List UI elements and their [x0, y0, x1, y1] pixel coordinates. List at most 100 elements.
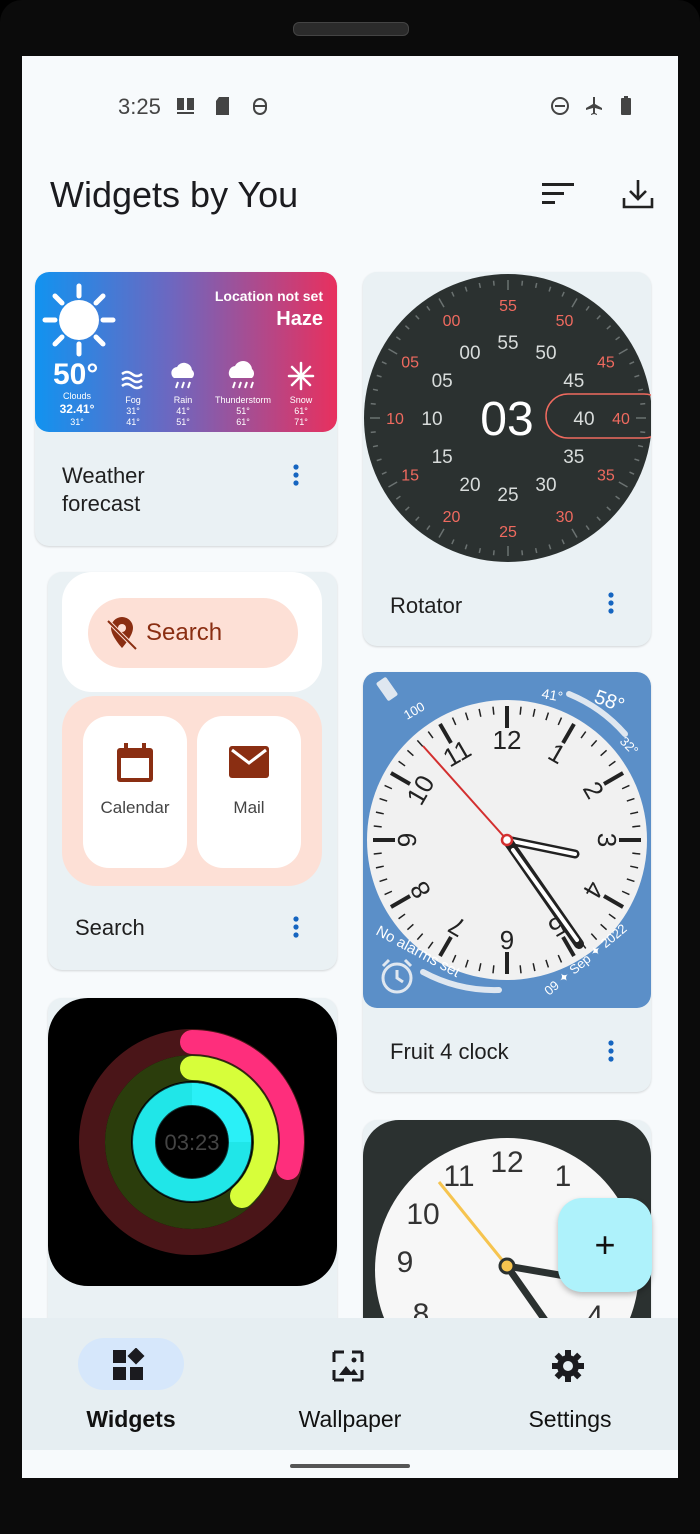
weather-current-temp: 50° — [53, 358, 99, 391]
rotator-inner-label: 05 — [432, 371, 453, 392]
bottom-navigation: Widgets Wallpaper Settings — [22, 1318, 678, 1450]
forecast-name: Rain — [173, 395, 193, 405]
sun-icon — [42, 283, 116, 357]
forecast-high: 61° — [294, 406, 308, 416]
news-icon — [177, 98, 194, 114]
download-button[interactable] — [616, 172, 660, 216]
clock-numeral: 10 — [406, 1198, 439, 1231]
forecast-high: 41° — [176, 406, 190, 416]
calendar-icon — [117, 743, 153, 782]
status-time: 3:25 — [118, 94, 161, 119]
rotator-inner-label: 50 — [535, 343, 556, 364]
mail-icon — [229, 746, 269, 778]
widget-title: Weather forecast — [62, 463, 145, 516]
activity-widget-card[interactable]: 03:23 — [48, 998, 337, 1338]
rotator-outer-label: 30 — [556, 509, 574, 526]
nav-label: Wallpaper — [298, 1406, 402, 1432]
weather-preview: Location not set Haze 50° Clouds 32.41° … — [35, 272, 337, 432]
rotator-more-button[interactable] — [599, 588, 623, 618]
rain-icon — [171, 362, 194, 389]
rotator-outer-label: 20 — [443, 509, 461, 526]
alarm-clock-icon — [381, 958, 413, 994]
more-vert-icon — [293, 916, 299, 938]
rotator-inner-label: 30 — [535, 475, 556, 496]
search-more-button[interactable] — [284, 912, 308, 942]
add-icon: + — [594, 1224, 616, 1265]
clock-numeral: 12 — [493, 725, 522, 755]
rotator-widget-card[interactable]: 03 55 50 45 40 35 30 25 20 15 10 05 00 40 35 30 25 20 15… — [363, 272, 651, 646]
weather-widget-card[interactable]: Location not set Haze 50° Clouds 32.41° … — [35, 272, 337, 546]
rotator-outer-label: 10 — [386, 411, 404, 428]
wallpaper-icon — [332, 1350, 364, 1382]
weather-current-low: 31° — [70, 417, 84, 427]
forecast-name: Thunderstorm — [214, 395, 272, 405]
clock-numeral: 3 — [592, 833, 622, 847]
fruit-clock-widget-card[interactable]: 12 1 2 3 4 5 6 7 8 9 10 11 100 41° 58° 32° No alarm… — [363, 672, 651, 1092]
clock-numeral: 12 — [490, 1146, 523, 1179]
phone-speaker — [293, 22, 409, 36]
nav-item-settings[interactable]: Settings — [496, 1318, 656, 1450]
fog-icon — [121, 370, 143, 390]
rotator-inner-label: 25 — [497, 485, 518, 506]
search-text: Search — [146, 619, 223, 646]
temp-high: 32° — [617, 734, 642, 759]
gear-icon — [552, 1350, 584, 1382]
search-widget-apps: Calendar Mail — [62, 696, 322, 886]
fruit-clock-more-button[interactable] — [599, 1036, 623, 1066]
widget-title: Fruit 4 clock — [390, 1039, 509, 1064]
rotator-inner-label: 40 — [573, 409, 594, 430]
download-icon — [622, 180, 654, 209]
activity-rings: 03:23 — [48, 998, 337, 1286]
search-widget-top: Search — [62, 572, 322, 692]
sort-button[interactable] — [536, 172, 580, 216]
app-label: Calendar — [100, 798, 170, 817]
phone-chin — [0, 1478, 700, 1534]
rotator-dial: 03 55 50 45 40 35 30 25 20 15 10 05 00 40 35 30 25 20 15… — [364, 274, 651, 562]
clock-numeral: 1 — [555, 1160, 572, 1193]
forecast-day: Thunderstorm 51° 61° — [213, 360, 273, 428]
rotator-inner-label: 20 — [459, 475, 480, 496]
activity-time: 03:23 — [164, 1130, 219, 1155]
rotator-outer-label: 55 — [499, 298, 517, 315]
clock-numeral: 6 — [500, 925, 514, 955]
rotator-outer-label: 40 — [612, 411, 630, 428]
battery-level: 100 — [401, 699, 427, 723]
nav-label: Settings — [528, 1406, 612, 1432]
rotator-outer-label: 50 — [556, 313, 574, 330]
rotator-inner-label: 00 — [459, 343, 480, 364]
weather-location: Location not set — [214, 288, 323, 304]
widget-title: Search — [75, 915, 145, 940]
weather-current-range: 32.41° — [59, 402, 95, 416]
gesture-handle[interactable] — [290, 1464, 410, 1468]
forecast-day: Rain 41° 51° — [153, 360, 213, 428]
battery-icon — [621, 96, 631, 115]
sd-card-icon — [216, 97, 229, 115]
clock-numeral: 9 — [397, 1246, 414, 1279]
rotator-outer-label: 35 — [597, 468, 615, 485]
forecast-low: 51° — [176, 417, 190, 427]
temp-low: 41° — [540, 685, 564, 704]
more-vert-icon — [608, 1040, 614, 1062]
sort-icon — [542, 183, 574, 204]
fruit-clock-face: 12 1234567891011 100 41° 58° 32° No alarm… — [367, 677, 647, 998]
nav-item-widgets[interactable]: Widgets — [57, 1318, 217, 1450]
status-bar: 3:25 — [22, 56, 678, 156]
clock-numeral: 11 — [443, 1160, 474, 1193]
forecast-low: 71° — [294, 417, 308, 427]
add-widget-button[interactable]: + — [558, 1198, 652, 1292]
rotator-inner-label: 55 — [497, 333, 518, 354]
page-title: Widgets by You — [50, 174, 299, 215]
weather-current: Clouds 32.41° 31° — [55, 390, 99, 429]
forecast-low: 61° — [236, 417, 250, 427]
rotator-inner-label: 35 — [563, 447, 584, 468]
android-debug-icon — [253, 98, 267, 115]
nav-label: Widgets — [86, 1406, 176, 1432]
search-widget-card[interactable]: Search Calendar Mail Search — [48, 572, 337, 970]
rotator-outer-label: 15 — [401, 468, 419, 485]
nav-item-wallpaper[interactable]: Wallpaper — [276, 1318, 436, 1450]
weather-more-button[interactable] — [284, 460, 308, 490]
more-vert-icon — [608, 592, 614, 614]
rotator-inner-label: 10 — [421, 409, 442, 430]
clock-numeral: 9 — [392, 833, 422, 847]
mail-app-tile: Mail — [197, 716, 301, 868]
